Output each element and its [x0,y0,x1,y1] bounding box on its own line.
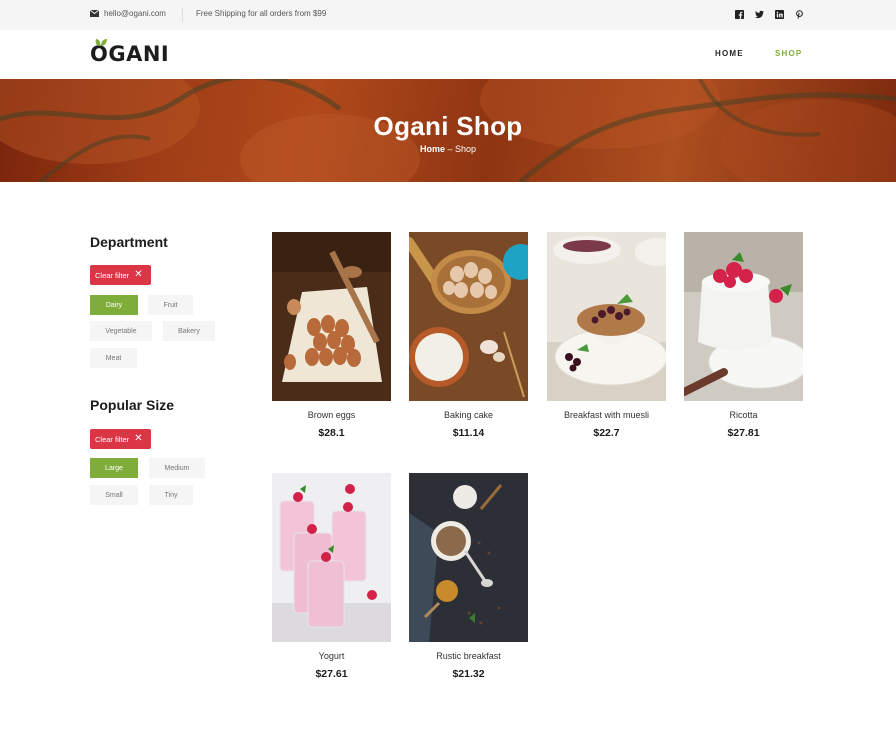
product-price: $11.14 [452,427,485,439]
product-name[interactable]: Yogurt [272,651,391,661]
popular-size-title: Popular Size [90,397,175,413]
product-card[interactable]: Breakfast with muesli $22.7 [547,232,666,439]
linkedin-icon[interactable] [774,9,784,19]
product-card[interactable]: Yogurt $27.61 [272,473,391,680]
product-price: $27.61 [315,668,348,680]
breadcrumb-separator: – [444,144,455,154]
facebook-icon[interactable] [734,9,744,19]
product-name[interactable]: Breakfast with muesli [547,410,666,420]
size-clear-filter-button[interactable]: Clear filter ✕ [90,429,151,449]
product-image-rustic-breakfast[interactable] [409,473,528,642]
product-image-baking-cake[interactable] [409,232,528,401]
product-name[interactable]: Rustic breakfast [409,651,528,661]
product-image-brown-eggs[interactable] [272,232,391,401]
product-card[interactable]: Baking cake $11.14 [409,232,528,439]
pinterest-icon[interactable] [794,9,804,19]
top-bar: hello@ogani.com Free Shipping for all or… [0,0,896,30]
chip-vegetable[interactable]: Vegetable [90,321,152,341]
product-card[interactable]: Ricotta $27.81 [684,232,803,439]
site-header: OGANI HOME SHOP [0,30,896,79]
breadcrumb-home[interactable]: Home [420,144,445,154]
department-clear-filter-button[interactable]: Clear filter ✕ [90,265,151,285]
chip-large[interactable]: Large [90,458,138,478]
chip-meat[interactable]: Meat [90,348,137,368]
nav-shop[interactable]: SHOP [775,49,802,58]
page-title: Ogani Shop [373,111,523,141]
breadcrumb: Home – Shop [0,144,896,154]
product-name[interactable]: Brown eggs [272,410,391,420]
product-image-breakfast-with-muesli[interactable] [547,232,666,401]
chip-dairy[interactable]: Dairy [90,295,138,315]
shipping-note: Free Shipping for all orders from $99 [196,9,327,18]
leaf-icon [95,39,107,46]
department-title: Department [90,234,168,250]
close-icon: ✕ [134,269,143,280]
top-email[interactable]: hello@ogani.com [90,9,166,18]
twitter-icon[interactable] [754,9,764,19]
product-card[interactable]: Brown eggs $28.1 [272,232,391,439]
product-card[interactable]: Rustic breakfast $21.32 [409,473,528,680]
product-price: $21.32 [452,668,485,680]
hero-banner: Ogani Shop Home – Shop [0,79,896,182]
chip-bakery[interactable]: Bakery [163,321,215,341]
product-name[interactable]: Ricotta [684,410,803,420]
product-price: $27.81 [727,427,760,439]
product-price: $22.7 [593,427,620,439]
product-image-yogurt[interactable] [272,473,391,642]
email-text: hello@ogani.com [104,9,166,18]
logo[interactable]: OGANI [90,39,169,65]
nav-home[interactable]: HOME [715,49,744,58]
chip-tiny[interactable]: Tiny [149,485,193,505]
mail-icon [90,10,99,17]
product-name[interactable]: Baking cake [409,410,528,420]
chip-fruit[interactable]: Fruit [148,295,193,315]
clear-filter-label: Clear filter [95,270,130,280]
chip-medium[interactable]: Medium [149,458,205,478]
breadcrumb-current: Shop [455,144,477,154]
clear-filter-label: Clear filter [95,434,130,444]
top-divider [182,8,183,22]
close-icon: ✕ [134,433,143,444]
product-price: $28.1 [318,427,345,439]
product-image-ricotta[interactable] [684,232,803,401]
chip-small[interactable]: Small [90,485,138,505]
